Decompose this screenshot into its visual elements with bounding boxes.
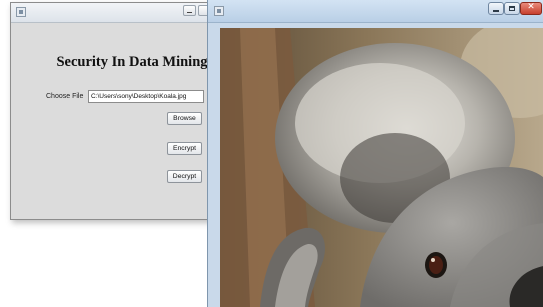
right-window-titlebar[interactable] [208,0,543,23]
minimize-icon[interactable] [488,2,504,15]
maximize-icon[interactable] [504,2,520,15]
close-icon[interactable] [520,2,542,15]
image-viewer-window [207,0,543,307]
koala-image [220,28,543,307]
security-app-window: Security In Data Mining Choose File C:\U… [10,2,232,220]
choose-file-label: Choose File [46,93,84,100]
koala-photo [220,28,543,307]
encrypt-button[interactable]: Encrypt [167,142,202,155]
file-path-field[interactable]: C:\Users\sony\Desktop\Koala.jpg [88,90,204,103]
app-icon [16,7,26,17]
left-window-titlebar[interactable] [11,3,231,23]
decrypt-button[interactable]: Decrypt [167,170,202,183]
browse-button[interactable]: Browse [167,112,202,125]
app-icon [214,6,224,16]
minimize-icon[interactable] [183,5,196,16]
page-title: Security In Data Mining [56,54,208,70]
